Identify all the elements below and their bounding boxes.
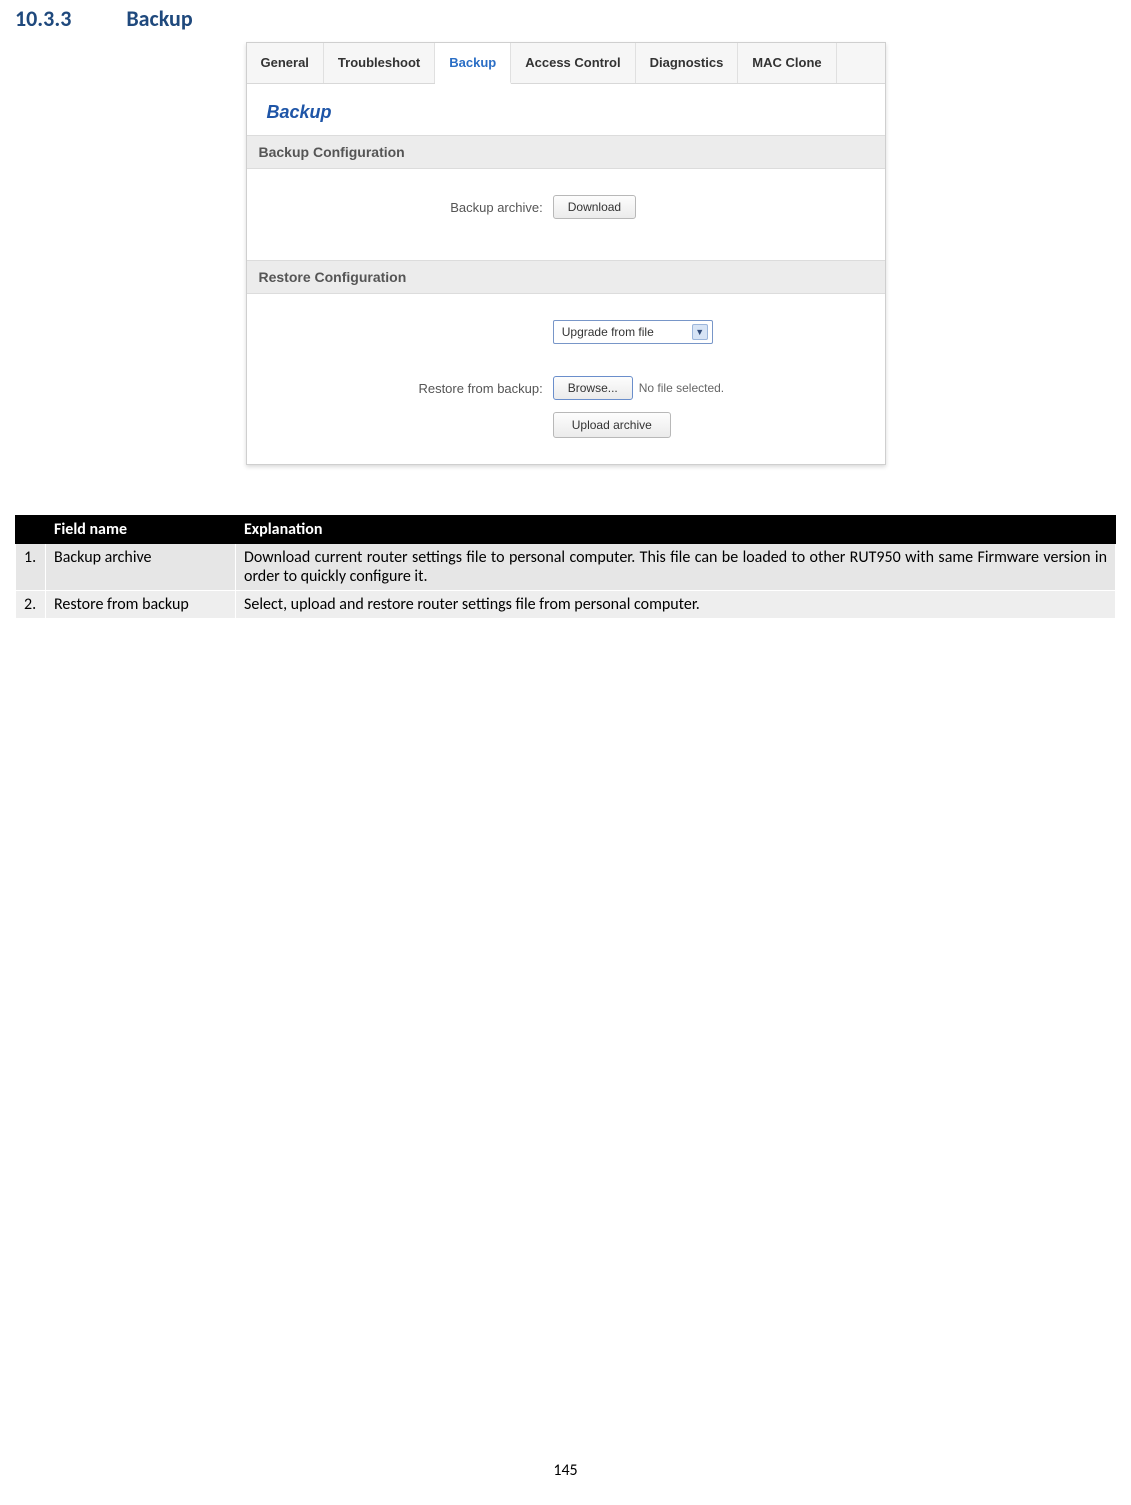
row-explanation: Download current router settings file to… (236, 544, 1116, 591)
header-blank (16, 516, 46, 544)
tab-diagnostics[interactable]: Diagnostics (636, 43, 739, 83)
browse-button[interactable]: Browse... (553, 376, 633, 400)
backup-config-area: Backup archive: Download (247, 169, 885, 260)
row-explanation: Select, upload and restore router settin… (236, 591, 1116, 619)
select-value: Upgrade from file (562, 325, 654, 339)
restore-backup-label: Restore from backup: (247, 381, 553, 396)
router-ui-screenshot: General Troubleshoot Backup Access Contr… (246, 42, 886, 465)
row-num: 2. (16, 591, 46, 619)
row-field: Restore from backup (46, 591, 236, 619)
header-explanation: Explanation (236, 516, 1116, 544)
section-number: 10.3.3 (15, 5, 71, 32)
table-row: 1. Backup archive Download current route… (16, 544, 1116, 591)
chevron-down-icon: ▼ (692, 324, 708, 340)
upload-row: Upload archive (247, 406, 885, 444)
page-title: Backup (247, 84, 885, 135)
section-title: Backup (126, 5, 192, 32)
backup-archive-row: Backup archive: Download (247, 189, 885, 225)
download-button[interactable]: Download (553, 195, 636, 219)
table-header-row: Field name Explanation (16, 516, 1116, 544)
row-field: Backup archive (46, 544, 236, 591)
backup-config-header: Backup Configuration (247, 135, 885, 169)
tab-bar: General Troubleshoot Backup Access Contr… (247, 43, 885, 84)
field-explanation-table: Field name Explanation 1. Backup archive… (15, 515, 1116, 619)
tab-backup[interactable]: Backup (435, 43, 511, 84)
header-field-name: Field name (46, 516, 236, 544)
section-heading: 10.3.3 Backup (15, 0, 1116, 42)
screenshot-container: General Troubleshoot Backup Access Contr… (15, 42, 1116, 465)
upgrade-source-select[interactable]: Upgrade from file ▼ (553, 320, 713, 344)
tab-mac-clone[interactable]: MAC Clone (738, 43, 836, 83)
restore-backup-row: Restore from backup: Browse... No file s… (247, 370, 885, 406)
tab-troubleshoot[interactable]: Troubleshoot (324, 43, 435, 83)
restore-config-area: Upgrade from file ▼ Restore from backup:… (247, 294, 885, 464)
upload-archive-button[interactable]: Upload archive (553, 412, 671, 438)
no-file-text: No file selected. (639, 381, 724, 395)
backup-archive-label: Backup archive: (247, 200, 553, 215)
page-number: 145 (0, 1461, 1131, 1480)
tab-general[interactable]: General (247, 43, 324, 83)
restore-config-header: Restore Configuration (247, 260, 885, 294)
row-num: 1. (16, 544, 46, 591)
tab-access-control[interactable]: Access Control (511, 43, 635, 83)
restore-select-row: Upgrade from file ▼ (247, 314, 885, 350)
table-row: 2. Restore from backup Select, upload an… (16, 591, 1116, 619)
